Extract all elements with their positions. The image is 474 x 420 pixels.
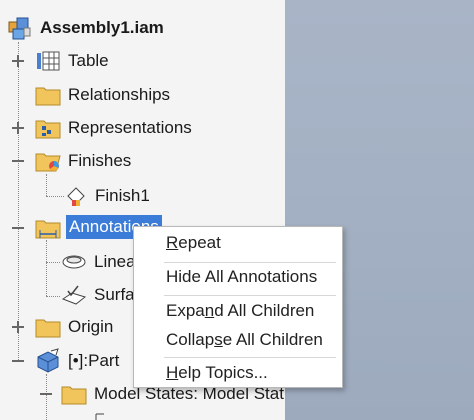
menu-mnemonic: s bbox=[214, 330, 223, 349]
menu-mnemonic: R bbox=[166, 233, 179, 252]
tree-label-origin: Origin bbox=[68, 317, 114, 336]
surface-annotation-icon bbox=[60, 281, 88, 309]
menu-item-help-topics[interactable]: Help Topics... bbox=[134, 359, 342, 387]
tree-label-part: [•]:Part bbox=[68, 351, 120, 370]
tree-node-representations[interactable]: Representations bbox=[0, 112, 285, 144]
tree-node-finish1[interactable]: Finish1 bbox=[0, 180, 285, 212]
menu-item-repeat[interactable]: Repeat bbox=[134, 229, 342, 257]
menu-text: elp Topics... bbox=[178, 363, 268, 382]
tree-label-root: Assembly1.iam bbox=[40, 18, 164, 37]
tree-node-table[interactable]: Table bbox=[0, 45, 285, 77]
menu-item-expand-all-children[interactable]: Expand All Children bbox=[134, 297, 342, 325]
collapse-icon[interactable] bbox=[11, 354, 25, 368]
finishes-folder-icon bbox=[34, 147, 62, 175]
folder-icon bbox=[34, 313, 62, 341]
context-menu: Repeat Hide All Annotations Expand All C… bbox=[133, 226, 343, 388]
tree-label-table: Table bbox=[68, 51, 109, 70]
tree-label-surface: Surfa bbox=[94, 285, 135, 304]
menu-text: d All Children bbox=[214, 301, 315, 320]
representations-folder-icon bbox=[34, 114, 62, 142]
menu-mnemonic: n bbox=[204, 301, 215, 320]
folder-icon bbox=[34, 81, 62, 109]
menu-item-hide-all-annotations[interactable]: Hide All Annotations bbox=[134, 263, 342, 291]
finish-icon bbox=[62, 182, 90, 210]
menu-separator bbox=[164, 295, 336, 296]
menu-label-collapse-all: Collapse All Children bbox=[166, 330, 323, 350]
folder-icon bbox=[60, 380, 88, 408]
linear-annotation-icon bbox=[60, 248, 88, 276]
menu-text: Hide All Annotations bbox=[166, 267, 318, 286]
tree-label-finish1: Finish1 bbox=[95, 186, 150, 205]
tree-node-relationships[interactable]: Relationships bbox=[0, 79, 285, 111]
part-icon bbox=[34, 347, 62, 375]
menu-label-help: Help Topics... bbox=[166, 363, 268, 383]
model-state-icon bbox=[88, 410, 116, 420]
collapse-icon[interactable] bbox=[11, 154, 25, 168]
menu-label-repeat: Repeat bbox=[166, 233, 221, 253]
tree-label-linear: Linea bbox=[94, 252, 136, 271]
expand-icon[interactable] bbox=[11, 54, 25, 68]
menu-separator bbox=[164, 357, 336, 358]
menu-label-hide-all: Hide All Annotations bbox=[166, 267, 317, 287]
menu-text: epeat bbox=[178, 233, 221, 252]
menu-mnemonic: H bbox=[166, 363, 179, 382]
menu-text: Expa bbox=[166, 301, 205, 320]
expand-icon[interactable] bbox=[11, 320, 25, 334]
expand-icon[interactable] bbox=[11, 121, 25, 135]
tree-label-relationships: Relationships bbox=[68, 85, 171, 104]
tree-node-finishes[interactable]: Finishes bbox=[0, 145, 285, 177]
tree-node-root[interactable]: Assembly1.iam bbox=[0, 12, 285, 44]
menu-text: e All Children bbox=[222, 330, 323, 349]
tree-label-representations: Representations bbox=[68, 118, 192, 137]
menu-text: Collap bbox=[166, 330, 215, 349]
assembly-icon bbox=[6, 14, 34, 42]
menu-item-collapse-all-children[interactable]: Collapse All Children bbox=[134, 326, 342, 354]
tree-label-finishes: Finishes bbox=[68, 151, 132, 170]
collapse-icon[interactable] bbox=[39, 387, 53, 401]
collapse-icon[interactable] bbox=[11, 221, 25, 235]
menu-label-expand-all: Expand All Children bbox=[166, 301, 314, 321]
table-icon bbox=[34, 47, 62, 75]
annotations-folder-icon bbox=[34, 214, 62, 242]
